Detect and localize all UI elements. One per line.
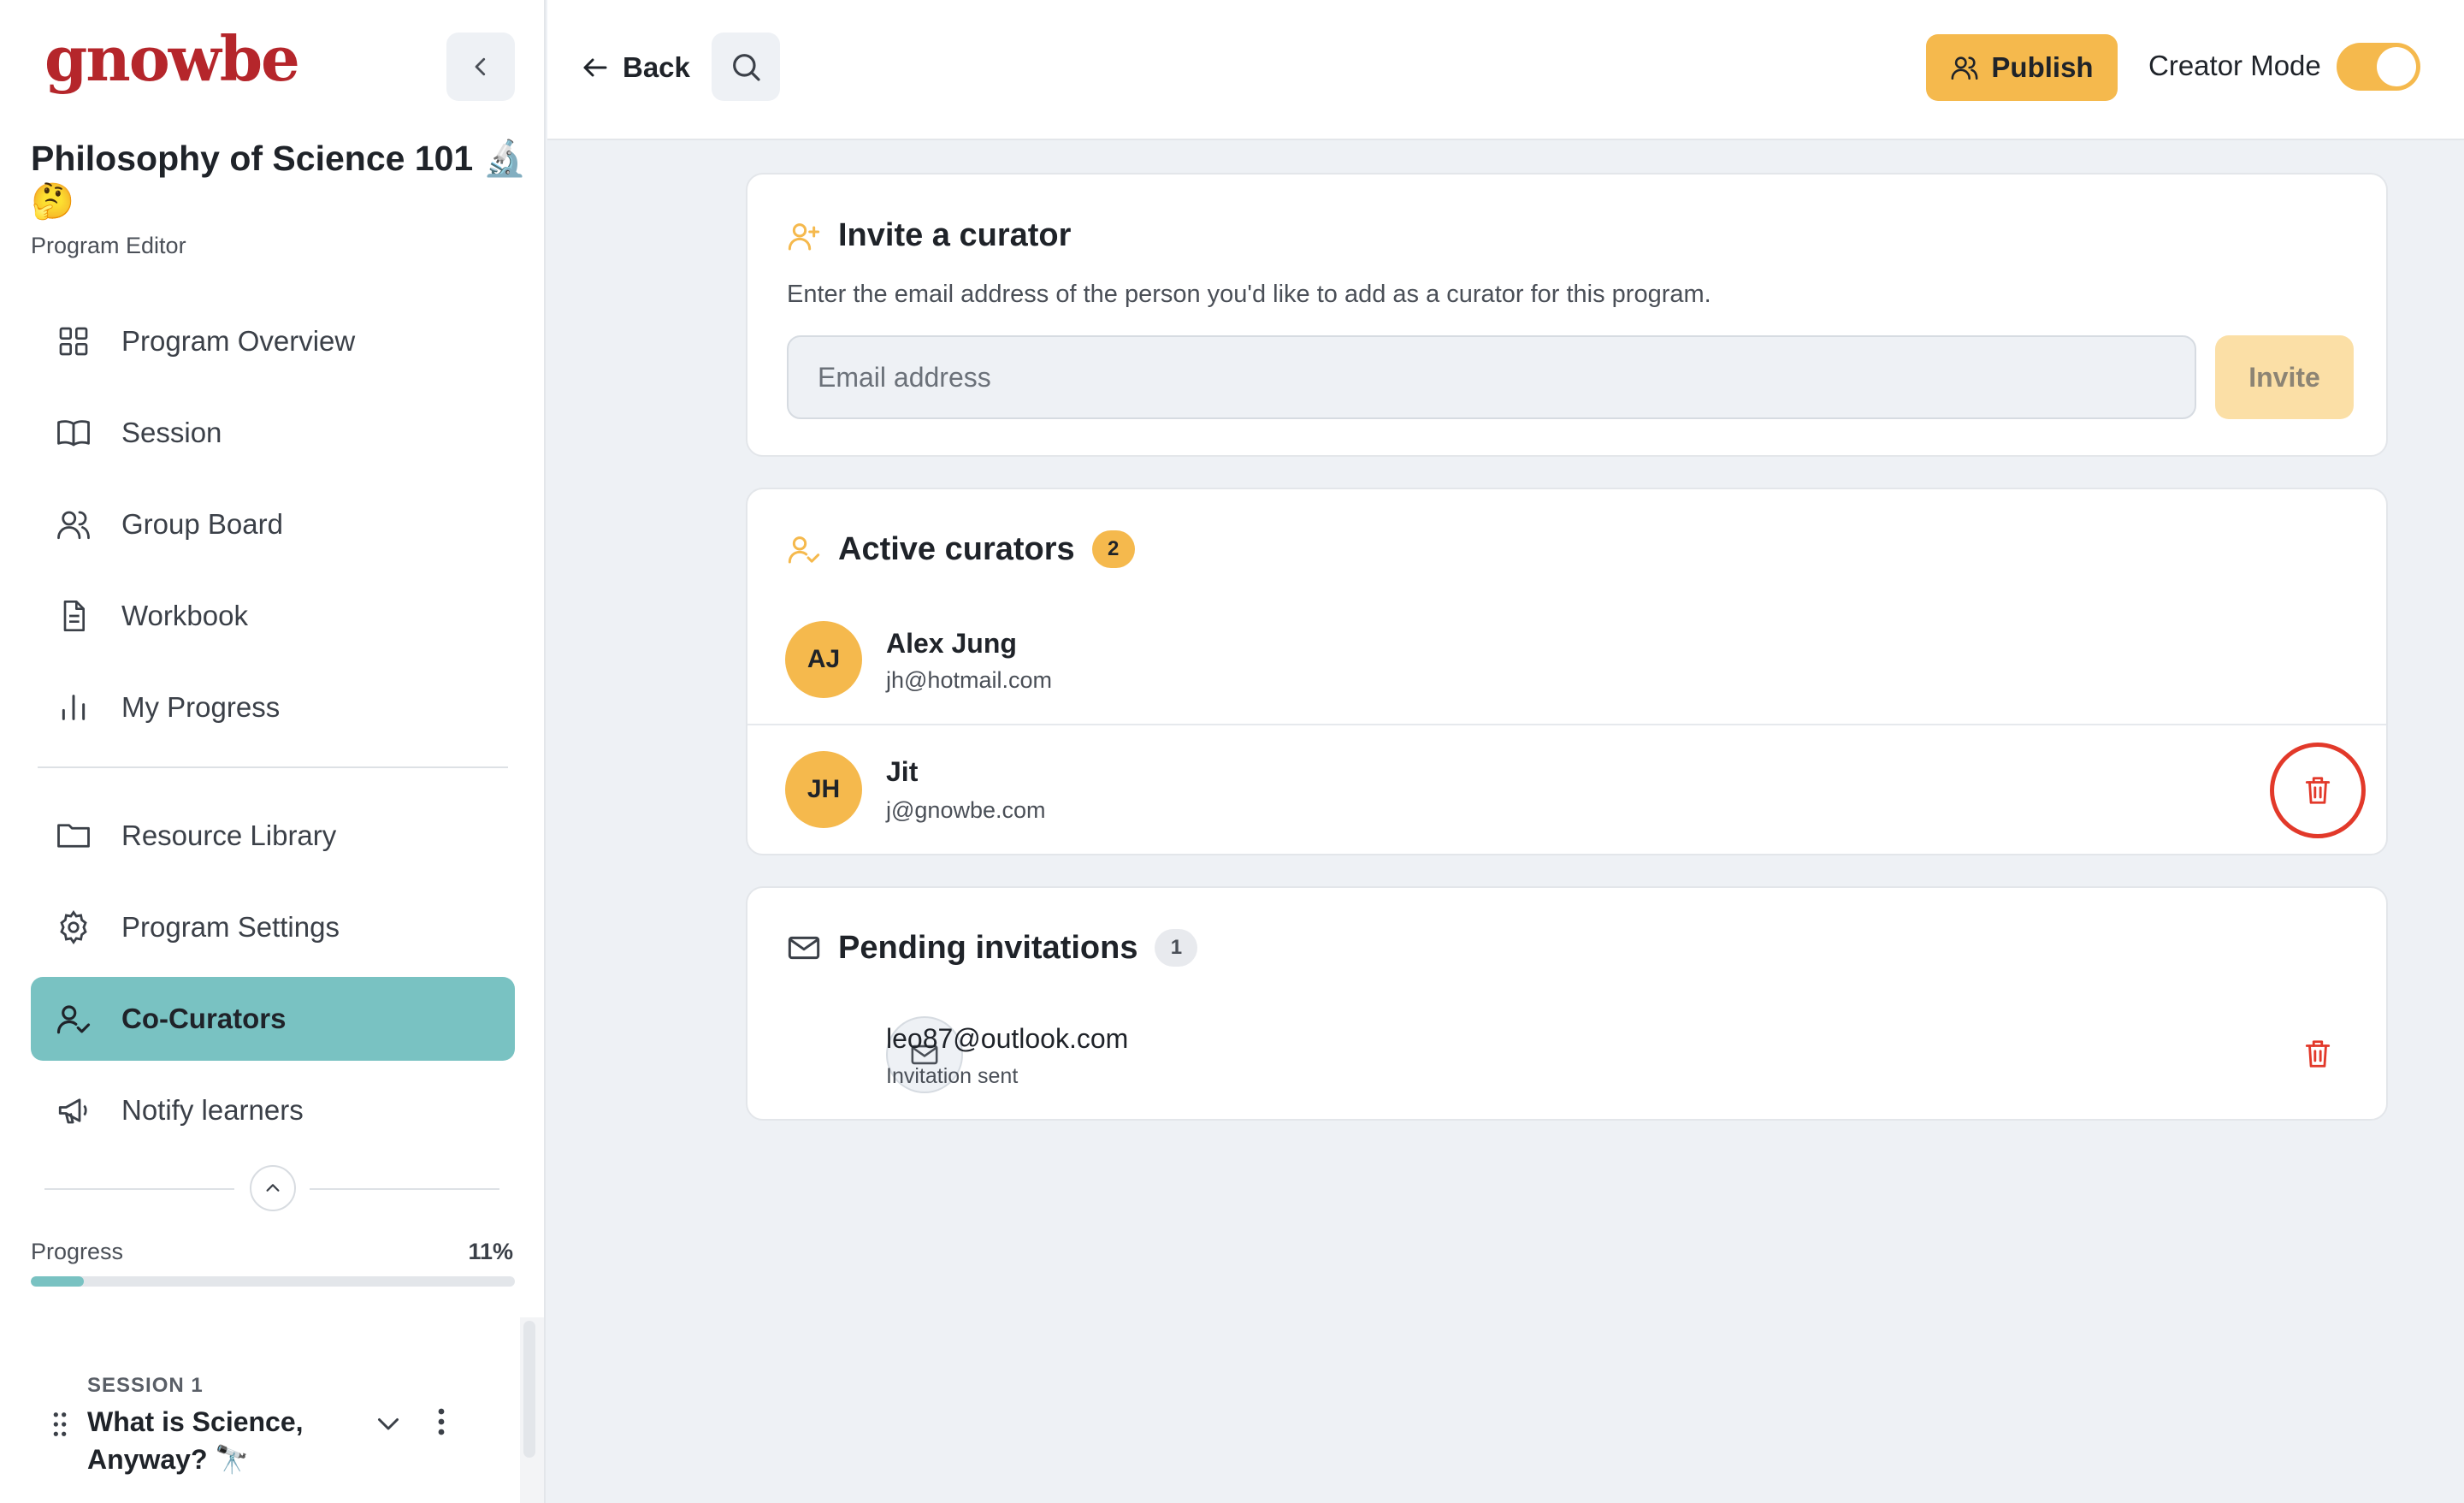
sidebar-item-label: Workbook [121,600,248,631]
sidebar-divider [38,766,508,768]
trash-icon [2305,777,2331,804]
document-icon [55,597,92,635]
sidebar-item-workbook[interactable]: Workbook [31,574,515,658]
invitation-row: leo87@outlook.com Invitation sent [747,991,2386,1119]
publish-label: Publish [1991,51,2094,83]
app-root: gnowbe Philosophy of Science 101 🔬 🤔 Pro… [0,0,2464,1503]
active-card-title: Active curators [838,530,1075,567]
sidebar-item-co-curators[interactable]: Co-Curators [31,977,515,1061]
user-plus-icon [788,222,820,250]
users-icon [1951,56,1978,80]
active-curators-card: Active curators 2 AJ Alex Jung jh@hotmai… [746,488,2388,855]
fold-nav-button[interactable] [250,1165,296,1211]
grid-icon [55,322,92,360]
curator-email: jh@hotmail.com [886,667,1052,693]
gear-icon [55,908,92,946]
progress-label: Progress [31,1239,124,1264]
pending-invitations-card: Pending invitations 1 leo87@outlook.com … [746,886,2388,1121]
sidebar-item-resource-library[interactable]: Resource Library [31,794,515,878]
curator-row: AJ Alex Jung jh@hotmail.com [747,595,2386,724]
curator-row: JH Jit j@gnowbe.com [747,724,2386,852]
fold-line-right [310,1188,499,1190]
progress-value: 11% [468,1239,513,1264]
sidebar-item-program-settings[interactable]: Program Settings [31,885,515,969]
more-vertical-icon[interactable] [436,1406,446,1441]
avatar: JH [785,751,862,828]
book-icon [55,414,92,452]
invite-card-title: Invite a curator [838,217,1072,253]
progress-bar-fill [31,1276,85,1287]
invite-description: Enter the email address of the person yo… [787,281,1711,308]
nav-fold-row [44,1165,499,1213]
active-card-header: Active curators 2 [787,530,1135,568]
arrow-left-icon [583,58,607,77]
trash-icon [2305,1040,2331,1068]
curator-name: Alex Jung [886,628,1017,659]
chevron-left-icon [475,57,486,76]
publish-button[interactable]: Publish [1926,34,2118,101]
gnowbe-logo[interactable]: gnowbe [44,22,300,95]
invitation-email: leo87@outlook.com [886,1023,1129,1054]
pending-card-header: Pending invitations 1 [787,929,1198,967]
search-icon [733,54,760,81]
sidebar-scrollbar[interactable] [523,1321,535,1458]
creator-mode-toggle[interactable] [2337,43,2420,91]
avatar: AJ [785,621,862,698]
collapse-sidebar-button[interactable] [446,33,515,101]
invite-card-header: Invite a curator [787,217,1071,254]
users-icon [55,506,92,543]
fold-line-left [44,1188,234,1190]
sidebar-item-label: Session [121,417,222,448]
sidebar: gnowbe Philosophy of Science 101 🔬 🤔 Pro… [0,0,546,1503]
invitation-status: Invitation sent [886,1064,1019,1088]
session-name: What is Science, Anyway? 🔭 [87,1406,304,1475]
pending-card-title: Pending invitations [838,929,1138,966]
program-subtitle: Program Editor [31,233,186,258]
chevron-up-icon [266,1184,280,1192]
chevron-down-icon[interactable] [373,1408,404,1443]
megaphone-icon [55,1092,92,1129]
invite-button[interactable]: Invite [2215,335,2354,419]
sidebar-item-notify-learners[interactable]: Notify learners [31,1068,515,1152]
creator-mode-label: Creator Mode [2148,50,2321,81]
user-check-icon [55,1000,92,1038]
sidebar-item-label: Resource Library [121,820,337,851]
topbar: Back Publish Creator Mode [547,0,2464,140]
back-label: Back [623,51,690,83]
program-title: Philosophy of Science 101 🔬 🤔 [31,139,527,221]
active-count-badge: 2 [1091,530,1135,568]
back-button[interactable]: Back [580,36,690,99]
sidebar-item-label: Co-Curators [121,1003,287,1034]
sidebar-item-group-board[interactable]: Group Board [31,482,515,566]
sidebar-item-program-overview[interactable]: Program Overview [31,299,515,383]
pending-count-badge: 1 [1155,929,1198,967]
sidebar-nav: Program Overview Session Group Board Wor… [31,299,515,1160]
remove-curator-button[interactable] [2294,766,2342,814]
curator-email: j@gnowbe.com [886,797,1046,823]
sidebar-item-label: Group Board [121,508,283,540]
sidebar-item-label: Notify learners [121,1094,304,1126]
sidebar-item-label: Program Overview [121,325,356,357]
sidebar-item-my-progress[interactable]: My Progress [31,666,515,749]
sidebar-item-label: Program Settings [121,911,340,943]
sidebar-item-session[interactable]: Session [31,391,515,475]
invite-curator-card: Invite a curator Enter the email address… [746,173,2388,457]
folder-icon [55,817,92,855]
cancel-invitation-button[interactable] [2294,1030,2342,1078]
search-button[interactable] [712,33,780,101]
toggle-knob [2377,47,2416,86]
drag-handle-icon[interactable] [51,1411,68,1441]
curator-name: Jit [886,756,919,787]
session-tag: SESSION 1 [87,1374,204,1397]
mail-icon [788,936,820,960]
progress-bar [31,1276,515,1287]
user-check-icon [788,536,820,564]
sidebar-item-label: My Progress [121,691,281,723]
bar-chart-icon [55,689,92,726]
email-input[interactable] [787,335,2196,419]
